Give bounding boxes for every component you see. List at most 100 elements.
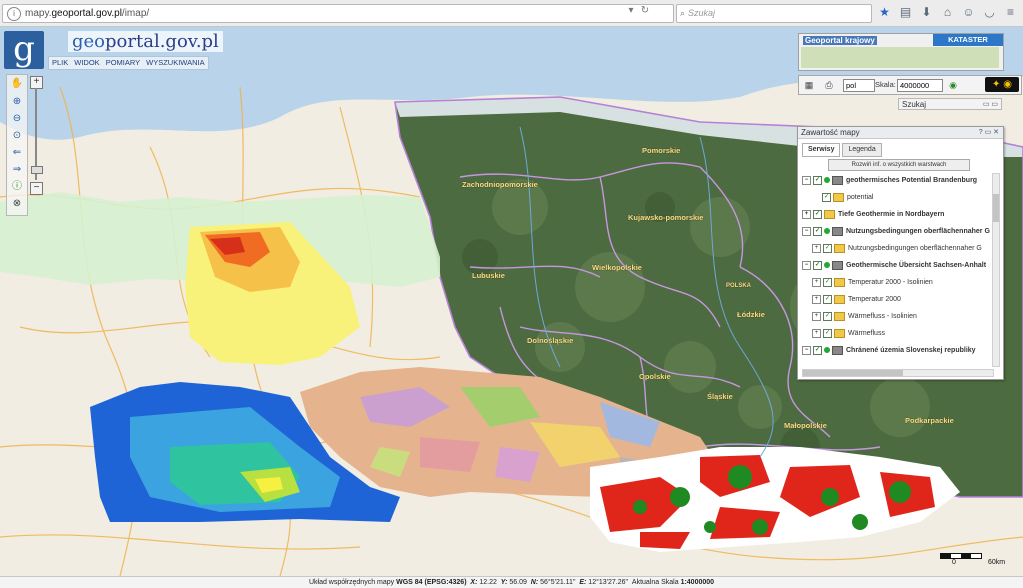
layer-checkbox[interactable]: ✓ — [822, 192, 831, 202]
service-icon — [832, 345, 843, 355]
layer-row[interactable]: + ✓ Temperatur 2000 - Isolinien — [812, 275, 933, 291]
chat-icon[interactable]: ☺ — [958, 5, 979, 19]
label-opolskie: Opolskie — [639, 372, 671, 381]
menu-icon[interactable]: ≡ — [1000, 5, 1021, 19]
overview-minimap[interactable] — [801, 47, 999, 68]
menu-pomiary[interactable]: POMIARY — [103, 57, 143, 68]
scale-status-value: 1:4000000 — [680, 579, 715, 586]
service-icon — [832, 226, 843, 236]
layer-checkbox[interactable]: ✓ — [813, 260, 822, 270]
map-scale-bar: 0 60km — [940, 551, 1020, 571]
collapse-icon[interactable]: − — [802, 175, 811, 185]
pan-hand-icon[interactable]: ✋ — [10, 77, 24, 91]
scrollbar-thumb[interactable] — [993, 194, 999, 222]
tab-legenda[interactable]: Legenda — [842, 143, 882, 157]
reload-icon[interactable]: ↻ — [638, 5, 652, 16]
layer-list-scrollbar[interactable] — [992, 173, 1000, 367]
layer-checkbox[interactable]: ✓ — [813, 226, 822, 236]
legend-icon[interactable]: ▦ — [803, 79, 815, 91]
browser-search-input[interactable]: ⌕ Szukaj — [676, 4, 872, 23]
info-icon[interactable]: i — [7, 7, 21, 21]
collapse-icon[interactable]: − — [802, 260, 811, 270]
layer-row[interactable]: + ✓ Nutzungsbedingungen oberflächennaher G — [812, 241, 982, 257]
folder-icon — [834, 311, 845, 321]
layer-checkbox[interactable]: ✓ — [823, 328, 832, 338]
zoom-out-button[interactable]: − — [30, 182, 43, 195]
layer-name: Tiefe Geothermie in Nordbayern — [838, 211, 945, 218]
hscrollbar-thumb[interactable] — [803, 370, 903, 376]
layer-checkbox[interactable]: ✓ — [823, 311, 832, 321]
expand-all-button[interactable]: Rozwiń inf. o wszystkich warstwach — [828, 159, 970, 171]
krajowy-label: Geoportal krajowy — [803, 36, 877, 45]
info-tool-icon[interactable]: ⓘ — [10, 180, 24, 194]
geoportal-krajowy-panel[interactable]: Geoportal krajowy KATASTER — [798, 33, 1004, 71]
scale-bar-graphic — [940, 553, 982, 559]
layer-row[interactable]: − ✓ Chránené územia Slovenskej republiky — [802, 343, 976, 359]
layer-row[interactable]: + ✓ Tiefe Geothermie in Nordbayern — [802, 207, 944, 223]
layer-checkbox[interactable]: ✓ — [813, 209, 822, 219]
language-select[interactable]: pol — [843, 79, 875, 92]
y-label: Y: — [500, 579, 508, 586]
layer-name: Chránené územia Slovenskej republiky — [846, 347, 976, 354]
go-icon[interactable]: ◉ — [947, 79, 959, 91]
label-pomorskie: Pomorskie — [642, 146, 680, 155]
layer-name: Temperatur 2000 - Isolinien — [848, 279, 933, 286]
geoportal-logo[interactable]: g — [4, 31, 44, 69]
layer-checkbox[interactable]: ✓ — [823, 294, 832, 304]
home-icon[interactable]: ⌂ — [937, 5, 958, 19]
tab-serwisy[interactable]: Serwisy — [802, 143, 841, 157]
layer-checkbox[interactable]: ✓ — [823, 243, 832, 253]
scale-input[interactable]: 4000000 — [897, 79, 943, 92]
layer-list-hscrollbar[interactable] — [802, 369, 994, 377]
layer-name: Nutzungsbedingungen oberflächennaher G — [848, 245, 982, 252]
expand-icon[interactable]: + — [812, 277, 821, 287]
search-panel[interactable]: Szukaj ▭ ▭ — [898, 98, 1002, 110]
kataster-button[interactable]: KATASTER — [933, 34, 1003, 46]
forward-arrow-icon[interactable]: ⇒ — [10, 163, 24, 177]
label-slaskie: Śląskie — [707, 392, 733, 401]
layer-checkbox[interactable]: ✓ — [823, 277, 832, 287]
layer-row[interactable]: ✓ potential — [822, 190, 873, 206]
expand-icon[interactable]: + — [812, 294, 821, 304]
layer-checkbox[interactable]: ✓ — [813, 175, 822, 185]
map-toolbar: ✋ ⊕ ⊖ ⊙ ⇐ ⇒ ⓘ ⊗ — [6, 74, 28, 216]
back-arrow-icon[interactable]: ⇐ — [10, 146, 24, 160]
menu-widok[interactable]: WIDOK — [71, 57, 102, 68]
star-icon[interactable]: ★ — [874, 5, 895, 19]
layer-row[interactable]: + ✓ Wärmefluss - Isolinien — [812, 309, 917, 325]
expand-icon[interactable]: + — [812, 328, 821, 338]
layer-checkbox[interactable]: ✓ — [813, 345, 822, 355]
print-icon[interactable]: ⎙ — [823, 79, 835, 91]
collapse-icon[interactable]: − — [802, 226, 811, 236]
layer-row[interactable]: − ✓ Geothermische Übersicht Sachsen-Anhalt — [802, 258, 986, 274]
pocket-icon[interactable]: ◡ — [979, 5, 1000, 19]
scale-panel: ▦ ⎙ pol Skala: 4000000 ◉ ✦ ◉ — [798, 75, 1022, 95]
bookmarks-icon[interactable]: ▤ — [895, 5, 916, 19]
layer-name: Temperatur 2000 — [848, 296, 901, 303]
eye-button[interactable]: ✦ ◉ — [985, 77, 1019, 92]
menu-plik[interactable]: PLIK — [49, 57, 71, 68]
expand-icon[interactable]: + — [812, 243, 821, 253]
layer-row[interactable]: − ✓ Nutzungsbedingungen oberflächennaher G — [802, 224, 990, 240]
zoom-in-tool-icon[interactable]: ⊕ — [10, 95, 24, 109]
expand-icon[interactable]: + — [812, 311, 821, 321]
layer-name: Nutzungsbedingungen oberflächennaher G — [846, 228, 990, 235]
panel-window-icons[interactable]: ▭ ▭ — [983, 99, 998, 111]
dropdown-icon[interactable]: ▾ — [624, 5, 638, 16]
url-bar[interactable]: i mapy.geoportal.gov.pl/imap/ — [2, 4, 674, 23]
layer-row[interactable]: − ✓ geothermisches Potential Brandenburg — [802, 173, 977, 189]
logo-text: geoportal.gov.pl — [68, 31, 223, 52]
menu-wyszukiwania[interactable]: WYSZUKIWANIA — [143, 57, 207, 68]
layer-row[interactable]: + ✓ Temperatur 2000 — [812, 292, 901, 308]
zoom-thumb[interactable] — [31, 166, 43, 174]
expand-icon[interactable]: + — [802, 209, 811, 219]
layer-row[interactable]: + ✓ Wärmefluss — [812, 326, 885, 342]
panel-controls-icon[interactable]: ? ▭ ✕ — [979, 127, 999, 139]
zoom-out-tool-icon[interactable]: ⊖ — [10, 112, 24, 126]
compass-icon[interactable]: ⊗ — [10, 197, 24, 211]
download-icon[interactable]: ⬇ — [916, 5, 937, 19]
zoom-extent-icon[interactable]: ⊙ — [10, 129, 24, 143]
zoom-slider[interactable]: + − — [30, 76, 43, 195]
collapse-icon[interactable]: − — [802, 345, 811, 355]
folder-icon — [834, 277, 845, 287]
